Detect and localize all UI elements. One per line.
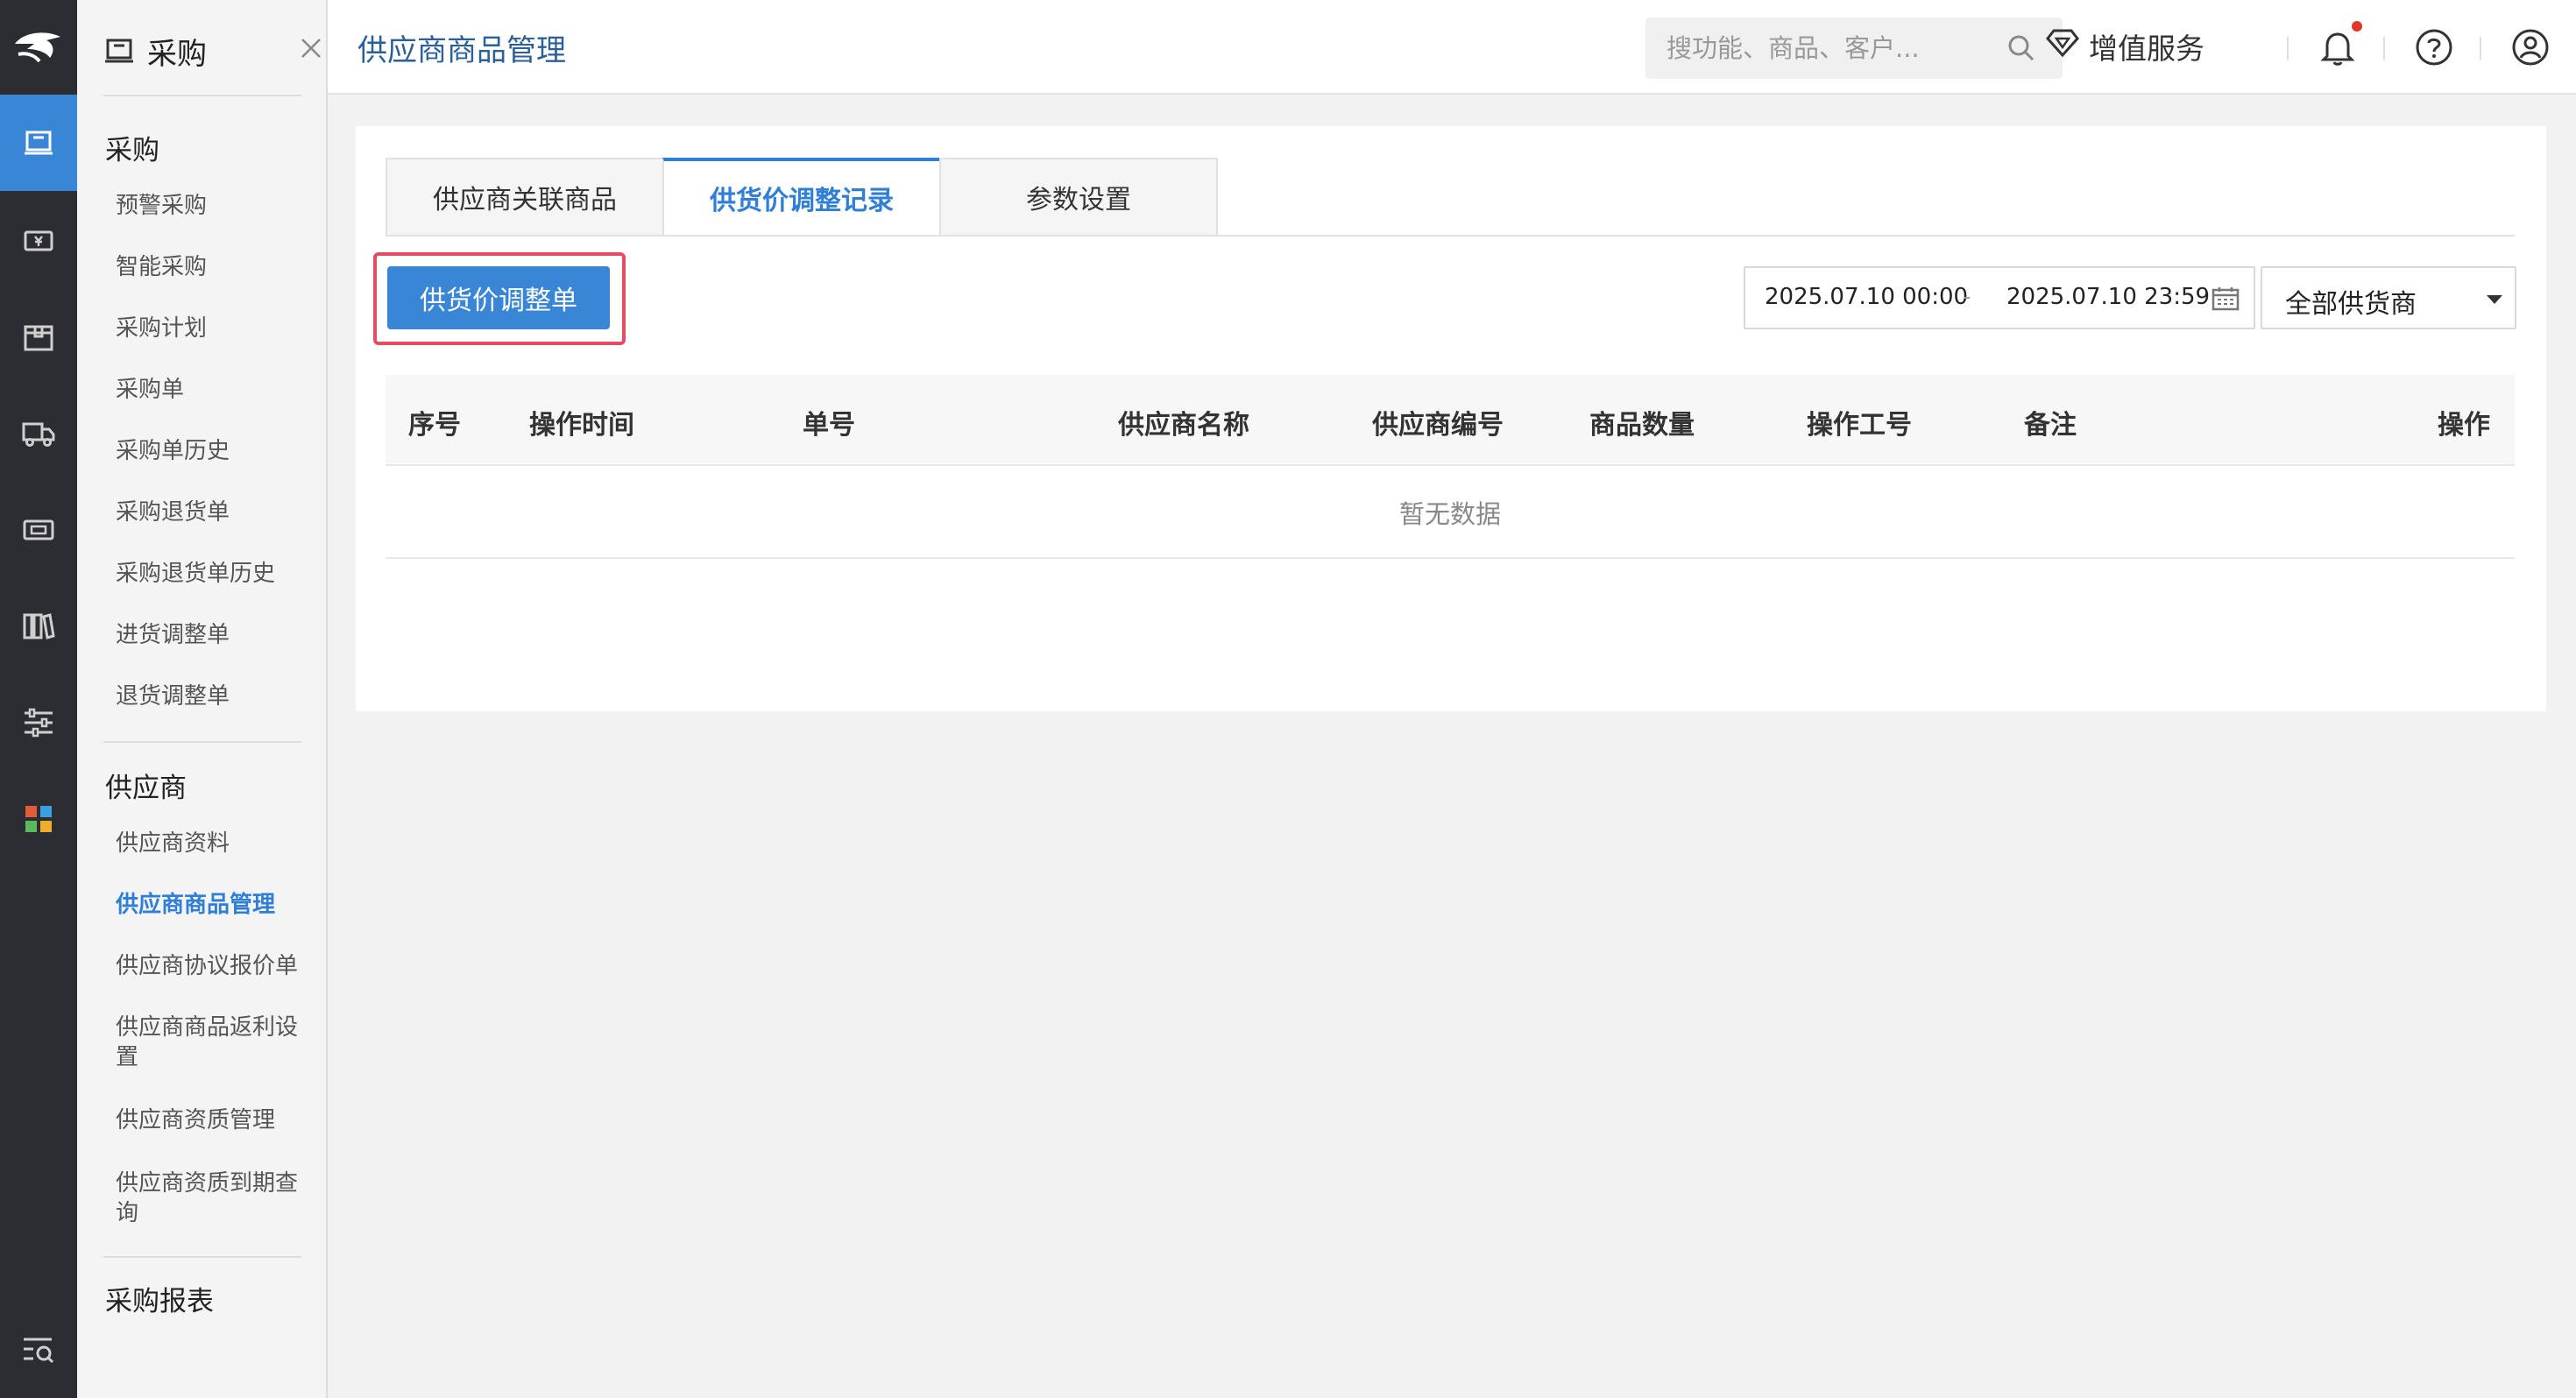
tab-supply-price-adjustment-records[interactable]: 供货价调整记录 bbox=[662, 158, 941, 237]
diamond-icon bbox=[2045, 28, 2080, 65]
menu-divider bbox=[103, 1256, 301, 1258]
global-search bbox=[1645, 18, 2063, 79]
menu-item-supplier-goods-management[interactable]: 供应商商品管理 bbox=[116, 890, 308, 920]
menu-item-supplier-qualification-expiry[interactable]: 供应商资质到期查询 bbox=[116, 1169, 308, 1228]
rail-cashier-icon[interactable] bbox=[0, 193, 77, 289]
menu-item-return-adjustment[interactable]: 退货调整单 bbox=[116, 681, 308, 711]
tab-parameter-settings[interactable]: 参数设置 bbox=[939, 158, 1218, 237]
menu-item-purchase-return-history[interactable]: 采购退货单历史 bbox=[116, 559, 308, 589]
icon-rail bbox=[0, 0, 77, 1398]
menu-item-smart-purchase[interactable]: 智能采购 bbox=[116, 252, 308, 282]
help-icon[interactable] bbox=[2413, 26, 2455, 68]
empty-state-text: 暂无数据 bbox=[1398, 499, 1501, 529]
rail-library-icon[interactable] bbox=[0, 578, 77, 674]
rail-settings-sliders-icon[interactable] bbox=[0, 674, 77, 771]
menu-item-supplier-qualification[interactable]: 供应商资质管理 bbox=[116, 1105, 308, 1135]
supplier-select-value: 全部供货商 bbox=[2285, 289, 2417, 320]
notification-dot bbox=[2352, 21, 2362, 32]
rail-delivery-truck-icon[interactable] bbox=[0, 385, 77, 482]
header-divider bbox=[2383, 37, 2385, 60]
content-card: 供应商关联商品 供货价调整记录 参数设置 供货价调整单 2025.07.10 0… bbox=[356, 126, 2546, 711]
rail-search-list-icon[interactable] bbox=[0, 1302, 77, 1398]
column-header[interactable]: 供应商编号 bbox=[1372, 403, 1504, 441]
date-separator: - bbox=[1963, 284, 1971, 310]
top-header: 供应商商品管理 增值服务 bbox=[328, 0, 2576, 95]
menu-group-supplier[interactable]: 供应商 bbox=[105, 766, 187, 805]
column-header[interactable]: 操作工号 bbox=[1807, 403, 1912, 441]
tab-supplier-linked-goods[interactable]: 供应商关联商品 bbox=[386, 158, 664, 237]
supply-price-adjustment-button[interactable]: 供货价调整单 bbox=[387, 266, 610, 329]
menu-group-purchase[interactable]: 采购 bbox=[105, 128, 159, 167]
menu-item-purchase-order[interactable]: 采购单 bbox=[116, 375, 308, 405]
rail-purchase-icon[interactable] bbox=[0, 95, 77, 191]
brand-logo[interactable] bbox=[0, 0, 77, 95]
menu-item-supplier-info[interactable]: 供应商资料 bbox=[116, 829, 308, 858]
column-header[interactable]: 供应商名称 bbox=[1118, 403, 1249, 441]
table-header: 序号 操作时间 单号 供应商名称 供应商编号 商品数量 操作工号 备注 操作 bbox=[386, 375, 2515, 466]
menu-item-stock-in-adjustment[interactable]: 进货调整单 bbox=[116, 620, 308, 650]
bell-icon[interactable] bbox=[2317, 26, 2359, 68]
menu-item-warning-purchase[interactable]: 预警采购 bbox=[116, 191, 308, 221]
chevron-down-icon bbox=[2487, 295, 2502, 304]
menu-item-supplier-agreement-quote[interactable]: 供应商协议报价单 bbox=[116, 951, 308, 981]
search-icon[interactable] bbox=[2006, 33, 2036, 67]
column-header[interactable]: 操作 bbox=[2438, 403, 2490, 441]
date-start[interactable]: 2025.07.10 00:00 bbox=[1765, 284, 1968, 310]
date-end[interactable]: 2025.07.10 23:59 bbox=[2006, 284, 2210, 310]
menu-divider bbox=[103, 741, 301, 743]
header-divider bbox=[2287, 37, 2289, 60]
menu-divider bbox=[103, 95, 301, 96]
page-title: 供应商商品管理 bbox=[357, 33, 566, 68]
value-added-services-button[interactable]: 增值服务 bbox=[2045, 25, 2204, 68]
date-range-picker[interactable]: 2025.07.10 00:00 - 2025.07.10 23:59 bbox=[1744, 266, 2255, 329]
table-empty-row: 暂无数据 bbox=[386, 466, 2515, 559]
search-input[interactable] bbox=[1645, 18, 1996, 79]
column-header[interactable]: 序号 bbox=[408, 403, 461, 441]
value-added-services-label: 增值服务 bbox=[2089, 32, 2204, 66]
menu-item-purchase-return[interactable]: 采购退货单 bbox=[116, 498, 308, 527]
close-icon[interactable] bbox=[298, 35, 324, 65]
calendar-icon[interactable] bbox=[2212, 286, 2240, 315]
column-header[interactable]: 单号 bbox=[803, 403, 855, 441]
secondary-menu: 采购 采购 预警采购 智能采购 采购计划 采购单 采购单历史 采购退货单 采购退… bbox=[77, 0, 328, 1398]
purchase-icon bbox=[103, 37, 135, 68]
column-header[interactable]: 备注 bbox=[2024, 403, 2077, 441]
menu-group-purchase-reports[interactable]: 采购报表 bbox=[105, 1279, 214, 1318]
rail-member-card-icon[interactable] bbox=[0, 482, 77, 578]
tab-underline bbox=[386, 235, 2515, 237]
rail-package-icon[interactable] bbox=[0, 289, 77, 385]
column-header[interactable]: 商品数量 bbox=[1589, 403, 1695, 441]
column-header[interactable]: 操作时间 bbox=[529, 403, 634, 441]
menu-title: 采购 bbox=[147, 37, 207, 72]
menu-item-purchase-plan[interactable]: 采购计划 bbox=[116, 314, 308, 343]
user-avatar-icon[interactable] bbox=[2509, 26, 2551, 68]
menu-item-supplier-rebate-settings[interactable]: 供应商商品返利设置 bbox=[116, 1013, 308, 1072]
header-divider bbox=[2480, 37, 2481, 60]
supplier-select[interactable]: 全部供货商 bbox=[2261, 266, 2516, 329]
rail-apps-grid-icon[interactable] bbox=[0, 771, 77, 867]
menu-item-purchase-order-history[interactable]: 采购单历史 bbox=[116, 436, 308, 466]
